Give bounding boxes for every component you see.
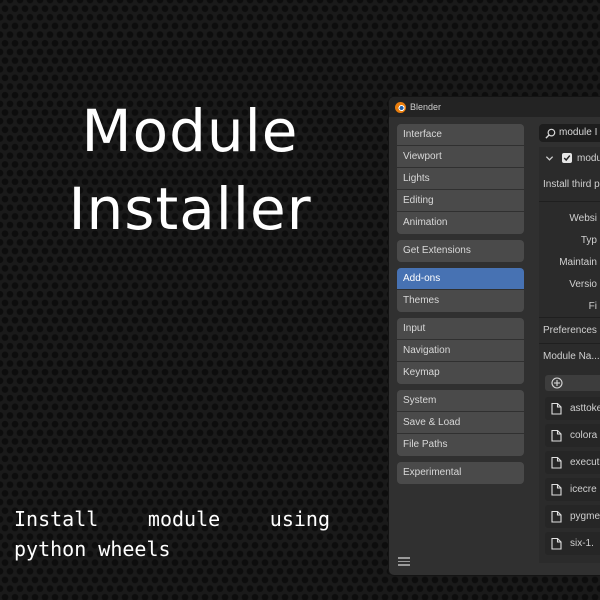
addon-enabled-checkbox[interactable] bbox=[562, 153, 572, 163]
addon-description: Install third p bbox=[543, 179, 600, 190]
nav-group: Input Navigation Keymap bbox=[397, 318, 524, 384]
nav-item-animation[interactable]: Animation bbox=[397, 212, 524, 234]
info-label-version: Versio bbox=[569, 279, 597, 290]
preferences-nav: Interface Viewport Lights Editing Animat… bbox=[397, 124, 524, 490]
module-name: colora bbox=[570, 430, 598, 441]
nav-group: Interface Viewport Lights Editing Animat… bbox=[397, 124, 524, 234]
divider bbox=[539, 201, 600, 202]
module-name: asttoke bbox=[570, 403, 600, 414]
window-titlebar[interactable]: Blender bbox=[389, 97, 600, 117]
add-module-button[interactable] bbox=[545, 375, 600, 391]
nav-item-keymap[interactable]: Keymap bbox=[397, 362, 524, 384]
blender-logo-icon bbox=[395, 101, 406, 113]
file-icon bbox=[551, 402, 562, 415]
window-title: Blender bbox=[410, 102, 442, 112]
module-list-item[interactable]: six-1. bbox=[545, 532, 600, 555]
divider bbox=[539, 343, 600, 344]
nav-item-viewport[interactable]: Viewport bbox=[397, 146, 524, 168]
module-list-item[interactable]: icecre bbox=[545, 478, 600, 501]
nav-item-interface[interactable]: Interface bbox=[397, 124, 524, 146]
module-name: six-1. bbox=[570, 538, 594, 549]
file-icon bbox=[551, 483, 562, 496]
nav-group: Get Extensions bbox=[397, 240, 524, 262]
nav-group: Experimental bbox=[397, 462, 524, 484]
hero-subtitle: Install module using python wheels bbox=[14, 507, 330, 561]
search-icon bbox=[545, 128, 556, 139]
nav-item-system[interactable]: System bbox=[397, 390, 524, 412]
info-label-file: Fi bbox=[588, 301, 597, 312]
module-list-item[interactable]: execut bbox=[545, 451, 600, 474]
nav-item-editing[interactable]: Editing bbox=[397, 190, 524, 212]
checkmark-icon bbox=[563, 155, 571, 162]
nav-item-experimental[interactable]: Experimental bbox=[397, 462, 524, 484]
file-icon bbox=[551, 456, 562, 469]
info-label-type: Typ bbox=[580, 235, 597, 246]
preferences-window: Blender Interface Viewport Lights Editin… bbox=[388, 96, 600, 576]
divider bbox=[539, 317, 600, 318]
nav-item-file-paths[interactable]: File Paths bbox=[397, 434, 524, 456]
addon-name: modu bbox=[577, 152, 600, 164]
nav-item-input[interactable]: Input bbox=[397, 318, 524, 340]
nav-item-themes[interactable]: Themes bbox=[397, 290, 524, 312]
file-icon bbox=[551, 429, 562, 442]
module-name: icecre bbox=[570, 484, 597, 495]
nav-item-addons[interactable]: Add-ons bbox=[397, 268, 524, 290]
module-list-item[interactable]: asttoke bbox=[545, 397, 600, 420]
nav-item-lights[interactable]: Lights bbox=[397, 168, 524, 190]
nav-item-get-extensions[interactable]: Get Extensions bbox=[397, 240, 524, 262]
chevron-down-icon[interactable] bbox=[545, 154, 554, 163]
file-icon bbox=[551, 510, 562, 523]
module-list: asttoke colora execut icecre pygme six-1… bbox=[545, 397, 600, 559]
nav-item-save-load[interactable]: Save & Load bbox=[397, 412, 524, 434]
add-circle-icon bbox=[551, 377, 563, 389]
nav-group: System Save & Load File Paths bbox=[397, 390, 524, 456]
module-list-item[interactable]: pygme bbox=[545, 505, 600, 528]
module-name: pygme bbox=[570, 511, 600, 522]
hero-title-line-2: Installer bbox=[68, 175, 312, 243]
preferences-label: Preferences bbox=[543, 325, 597, 336]
addon-panel: modu Install third p Websi Typ Maintain … bbox=[539, 147, 600, 563]
info-label-website: Websi bbox=[569, 213, 597, 224]
nav-item-navigation[interactable]: Navigation bbox=[397, 340, 524, 362]
module-name-header: Module Na... bbox=[543, 351, 600, 362]
info-label-maintainer: Maintain bbox=[559, 257, 597, 268]
addon-header[interactable]: modu bbox=[539, 147, 600, 169]
hero-title: Module Installer bbox=[0, 92, 380, 248]
file-icon bbox=[551, 537, 562, 550]
hamburger-menu-icon[interactable] bbox=[398, 557, 410, 566]
addons-content: module I modu Install third p Websi Typ bbox=[535, 121, 600, 575]
nav-group: Add-ons Themes bbox=[397, 268, 524, 312]
module-list-item[interactable]: colora bbox=[545, 424, 600, 447]
module-name: execut bbox=[570, 457, 600, 468]
hero-title-line-1: Module bbox=[81, 97, 299, 165]
